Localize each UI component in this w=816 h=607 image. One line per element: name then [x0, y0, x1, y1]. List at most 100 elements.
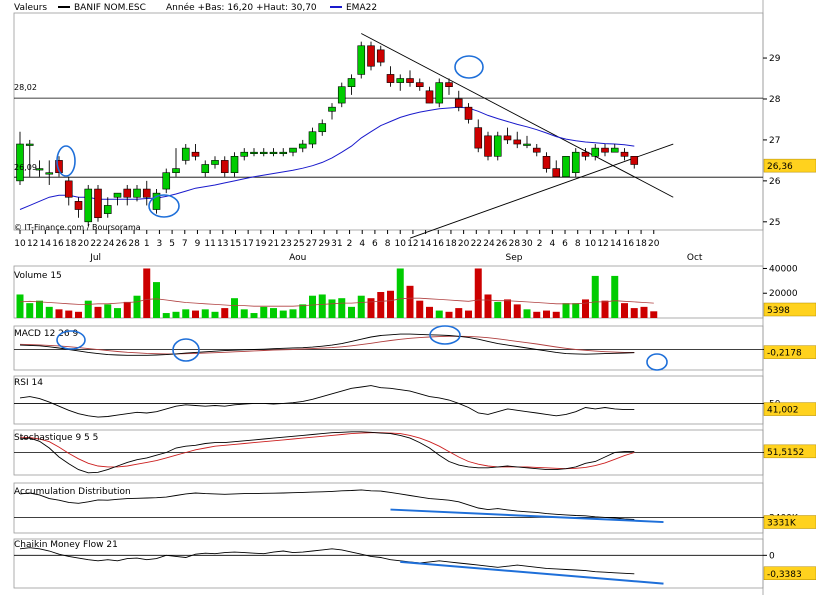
candle-body — [64, 180, 73, 198]
x-tick-label: 10 — [585, 239, 597, 249]
volume-bar — [640, 306, 648, 318]
candle-body — [35, 168, 44, 171]
x-tick-label: 23 — [280, 239, 291, 249]
values-line — [19, 385, 635, 418]
candle-body — [298, 143, 307, 149]
panel-border — [13, 325, 764, 371]
candle-body — [337, 86, 346, 104]
candle-body — [542, 156, 551, 169]
x-tick-label: 25 — [293, 239, 304, 249]
candle-body — [328, 106, 336, 112]
volume-bar — [367, 298, 375, 318]
volume-bar — [406, 285, 414, 318]
volume-bar — [114, 308, 121, 318]
candle-body — [532, 147, 541, 153]
volume-bar — [133, 295, 141, 318]
candle-body — [454, 98, 463, 108]
x-tick-label: 24 — [483, 239, 495, 249]
x-tick-label: 16 — [623, 239, 635, 249]
volume-bar — [231, 298, 238, 318]
price-ytick-label: 29 — [769, 54, 781, 64]
macd-panel: 0-0,2178 — [14, 333, 816, 359]
x-tick-label: 24 — [103, 239, 115, 249]
volume-bar — [338, 298, 346, 318]
volume-bar — [270, 308, 277, 318]
volume-bar — [75, 311, 82, 318]
candle-body — [259, 151, 268, 155]
price-ytick-label: 25 — [769, 218, 780, 228]
x-tick-label: 15 — [230, 239, 241, 249]
volume-bar — [318, 294, 326, 318]
volume-bar — [387, 290, 394, 318]
x-tick-label: 7 — [182, 239, 188, 249]
x-tick-label: 30 — [521, 239, 533, 249]
candle-body — [289, 147, 297, 153]
candle-body — [74, 201, 83, 210]
annotation-circle — [646, 353, 668, 371]
valeurs-label: Valeurs — [14, 3, 47, 13]
candle-body — [133, 188, 141, 198]
candle-body — [601, 147, 609, 153]
volume-bar — [309, 295, 316, 318]
volume-bar — [328, 299, 336, 318]
volume-ytick-label: 20000 — [769, 289, 798, 299]
volume-bar — [104, 304, 112, 318]
volume-bar — [533, 311, 541, 318]
candle-body — [84, 188, 93, 223]
ad-title: Accumulation Distribution — [14, 487, 131, 497]
volume-bar — [279, 310, 287, 318]
series-name: BANIF NOM.ESC — [74, 3, 146, 13]
candle-body — [162, 172, 171, 190]
x-tick-label: 8 — [575, 239, 581, 249]
candle-body — [415, 82, 424, 87]
volume-bar — [348, 306, 355, 318]
year-range-text: Année +Bas: 16,20 +Haut: 30,70 — [166, 2, 317, 13]
price-last-value: 26,36 — [767, 162, 793, 172]
candle-body — [123, 188, 132, 198]
candle-body — [94, 188, 102, 219]
volume-bar — [601, 300, 609, 318]
volume-bar — [562, 303, 570, 318]
x-tick-label: 27 — [306, 239, 317, 249]
candle-body — [357, 45, 366, 75]
d-line — [19, 432, 635, 470]
candle-body — [308, 131, 317, 145]
candle-body — [552, 168, 561, 178]
volume-bar — [611, 275, 619, 318]
volume-bar — [416, 300, 424, 318]
volume-bar — [289, 309, 297, 318]
annotation-circle — [172, 338, 200, 362]
month-label: Oct — [687, 253, 703, 263]
volume-bar — [591, 275, 599, 318]
candle-body — [620, 151, 629, 157]
volume-bar — [572, 303, 580, 318]
x-tick-label: 12 — [407, 239, 418, 249]
last-value: 51,5152 — [767, 448, 804, 458]
candle-body — [201, 164, 210, 173]
x-tick-label: 9 — [195, 239, 201, 249]
x-tick-label: 22 — [90, 239, 101, 249]
annotation-trendline — [400, 560, 664, 585]
candle-body — [191, 151, 200, 157]
stochastic-panel: 5051,5152 — [14, 431, 816, 474]
volume-ytick-label: 40000 — [769, 264, 798, 274]
volume-bar — [65, 310, 73, 318]
candle-body — [279, 151, 288, 155]
price-panel: 25 26 27 28 29 26,36 — [14, 33, 816, 239]
month-label: Jul — [89, 253, 101, 263]
candle-body — [181, 147, 190, 161]
volume-bar — [260, 306, 268, 318]
rsi-panel: 5041,002 — [14, 385, 816, 418]
price-ytick-label: 27 — [769, 136, 780, 146]
signal-line — [19, 335, 635, 355]
candle-body — [142, 188, 151, 198]
x-tick-label: 4 — [549, 239, 555, 249]
x-tick-label: 17 — [242, 239, 253, 249]
volume-bar — [484, 294, 492, 318]
x-tick-label: 12 — [597, 239, 608, 249]
candle-body — [230, 156, 239, 173]
x-tick-label: 20 — [78, 239, 90, 249]
volume-panel: 40000 20000 5398 — [16, 264, 816, 318]
x-tick-label: 28 — [128, 239, 140, 249]
candle-body — [269, 151, 278, 155]
